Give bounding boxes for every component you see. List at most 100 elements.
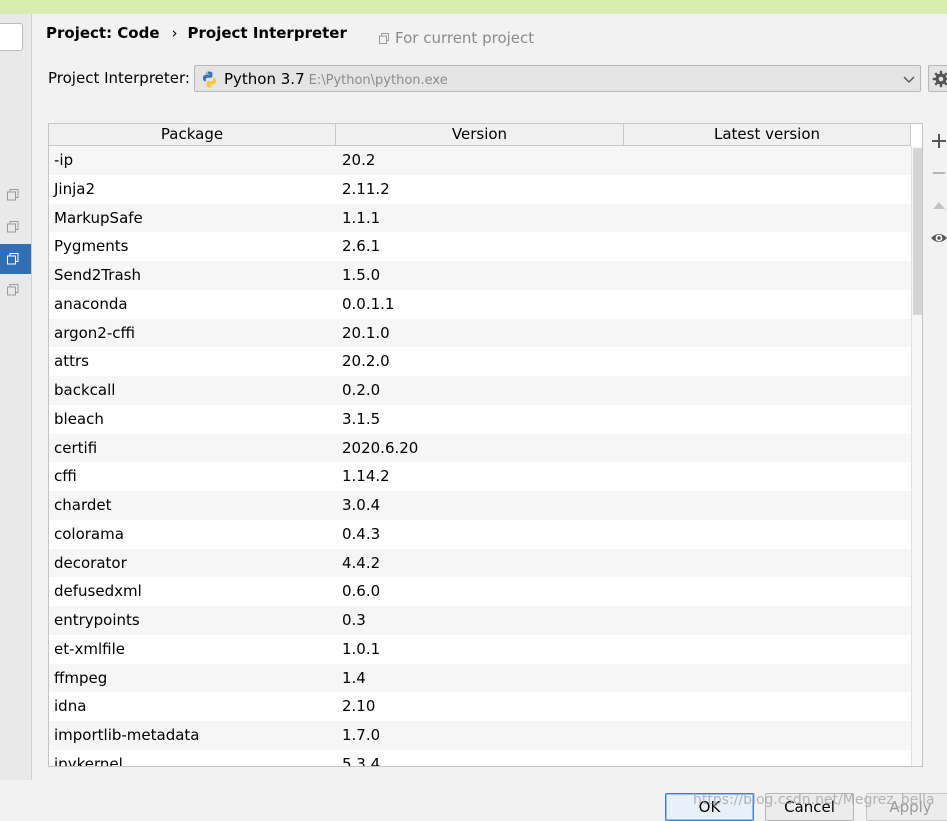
table-row[interactable]: cffi 1.14.2 xyxy=(49,462,911,491)
version-cell: 3.0.4 xyxy=(342,496,381,514)
table-row[interactable]: anaconda 0.0.1.1 xyxy=(49,289,911,319)
version-cell: 0.3 xyxy=(342,611,366,629)
package-cell: argon2-cffi xyxy=(54,323,136,342)
interpreter-label: Project Interpreter: xyxy=(48,69,190,87)
apply-button[interactable]: Apply xyxy=(866,793,947,821)
show-early-releases-icon[interactable] xyxy=(929,228,947,248)
version-cell: 0.2.0 xyxy=(342,381,381,399)
version-cell: 1.5.0 xyxy=(342,266,381,284)
package-cell: backcall xyxy=(54,381,116,399)
copy-icon[interactable] xyxy=(7,189,19,201)
settings-sidebar xyxy=(0,14,32,780)
interpreter-name: Python 3.7 xyxy=(224,70,305,88)
table-row[interactable]: Jinja2 2.11.2 xyxy=(49,174,911,204)
table-header: Package Version Latest version xyxy=(49,124,911,146)
package-cell: MarkupSafe xyxy=(54,208,143,227)
table-row[interactable]: et-xmlfile 1.0.1 xyxy=(49,634,911,664)
interpreter-path: E:\Python\python.exe xyxy=(308,73,448,88)
column-header-latest-version[interactable]: Latest version xyxy=(624,124,911,145)
table-row[interactable]: ffmpeg 1.4 xyxy=(49,663,911,693)
table-row[interactable]: argon2-cffi 20.1.0 xyxy=(49,318,911,348)
package-cell: anaconda xyxy=(54,294,128,313)
package-cell: -ip xyxy=(54,151,74,169)
table-row[interactable]: attrs 20.2.0 xyxy=(49,347,911,376)
table-row[interactable]: MarkupSafe 1.1.1 xyxy=(49,203,911,233)
table-row[interactable]: bleach 3.1.5 xyxy=(49,404,911,434)
version-cell: 2.11.2 xyxy=(342,179,390,198)
for-current-project-label: For current project xyxy=(395,29,535,47)
table-row[interactable]: -ip 20.2 xyxy=(49,146,911,175)
copy-icon[interactable] xyxy=(7,221,19,233)
table-row[interactable]: certifi 2020.6.20 xyxy=(49,433,911,463)
version-cell: 20.2 xyxy=(342,151,376,169)
table-row[interactable]: chardet 3.0.4 xyxy=(49,491,911,520)
version-cell: 3.1.5 xyxy=(342,409,381,428)
version-cell: 2020.6.20 xyxy=(342,438,419,457)
version-cell: 1.0.1 xyxy=(342,639,381,658)
vertical-scrollbar[interactable] xyxy=(911,146,922,766)
table-row[interactable]: ipykernel 5.3.4 xyxy=(49,749,911,767)
version-cell: 2.10 xyxy=(342,697,376,716)
table-row[interactable]: defusedxml 0.6.0 xyxy=(49,577,911,606)
version-cell: 20.2.0 xyxy=(342,352,390,371)
version-cell: 2.6.1 xyxy=(342,237,381,256)
breadcrumb: Project: Code › Project Interpreter xyxy=(46,24,347,42)
table-row[interactable]: importlib-metadata 1.7.0 xyxy=(49,721,911,750)
version-cell: 0.6.0 xyxy=(342,582,381,601)
table-row[interactable]: Pygments 2.6.1 xyxy=(49,232,911,261)
upgrade-icon[interactable] xyxy=(929,196,947,216)
python-logo-icon xyxy=(201,71,218,88)
version-cell: 1.14.2 xyxy=(342,467,390,486)
table-row[interactable]: colorama 0.4.3 xyxy=(49,519,911,549)
package-cell: attrs xyxy=(54,352,89,371)
breadcrumb-project[interactable]: Project: Code xyxy=(46,24,160,42)
package-cell: ffmpeg xyxy=(54,668,108,687)
copy-icon[interactable] xyxy=(7,284,19,296)
version-cell: 4.4.2 xyxy=(342,553,381,572)
copy-icon[interactable] xyxy=(7,253,19,265)
package-cell: ipykernel xyxy=(54,754,123,767)
remove-icon[interactable] xyxy=(929,163,947,183)
package-cell: entrypoints xyxy=(54,611,140,629)
package-cell: colorama xyxy=(54,524,124,543)
for-current-project: For current project xyxy=(379,29,534,47)
version-cell: 20.1.0 xyxy=(342,323,390,342)
version-cell: 0.4.3 xyxy=(342,524,381,543)
package-cell: chardet xyxy=(54,496,112,514)
ok-button[interactable]: OK xyxy=(665,793,754,821)
version-cell: 1.7.0 xyxy=(342,726,381,744)
table-row[interactable]: idna 2.10 xyxy=(49,692,911,721)
version-cell: 5.3.4 xyxy=(342,754,381,767)
table-row[interactable]: backcall 0.2.0 xyxy=(49,376,911,405)
copy-icon xyxy=(379,30,389,44)
packages-table: Package Version Latest version -ip 20.2 Ji… xyxy=(48,123,923,767)
package-cell: idna xyxy=(54,697,87,716)
settings-search-input[interactable] xyxy=(0,23,23,51)
interpreter-dropdown[interactable]: Python 3.7 E:\Python\python.exe xyxy=(194,65,921,92)
breadcrumb-page: Project Interpreter xyxy=(187,24,347,42)
chevron-down-icon xyxy=(902,72,916,86)
package-cell: cffi xyxy=(54,467,77,486)
column-header-package[interactable]: Package xyxy=(49,124,336,145)
package-cell: Jinja2 xyxy=(54,179,96,198)
table-body: -ip 20.2 Jinja2 2.11.2 MarkupSafe 1.1.1 Pygmen… xyxy=(49,146,911,767)
table-row[interactable]: decorator 4.4.2 xyxy=(49,548,911,578)
version-cell: 0.0.1.1 xyxy=(342,294,395,313)
version-cell: 1.1.1 xyxy=(342,208,381,227)
package-cell: bleach xyxy=(54,409,104,428)
table-row[interactable]: Send2Trash 1.5.0 xyxy=(49,261,911,290)
package-cell: et-xmlfile xyxy=(54,639,126,658)
scrollbar-thumb[interactable] xyxy=(913,148,922,315)
package-cell: importlib-metadata xyxy=(54,726,200,744)
cancel-button[interactable]: Cancel xyxy=(765,793,854,821)
column-header-version[interactable]: Version xyxy=(336,124,624,145)
package-cell: Pygments xyxy=(54,237,129,256)
table-row[interactable]: entrypoints 0.3 xyxy=(49,606,911,635)
top-bar xyxy=(0,0,947,14)
package-cell: certifi xyxy=(54,438,98,457)
gear-icon xyxy=(932,70,947,88)
breadcrumb-separator: › xyxy=(171,24,178,42)
add-icon[interactable] xyxy=(929,131,947,151)
settings-gear-button[interactable] xyxy=(928,65,947,92)
version-cell: 1.4 xyxy=(342,668,366,687)
